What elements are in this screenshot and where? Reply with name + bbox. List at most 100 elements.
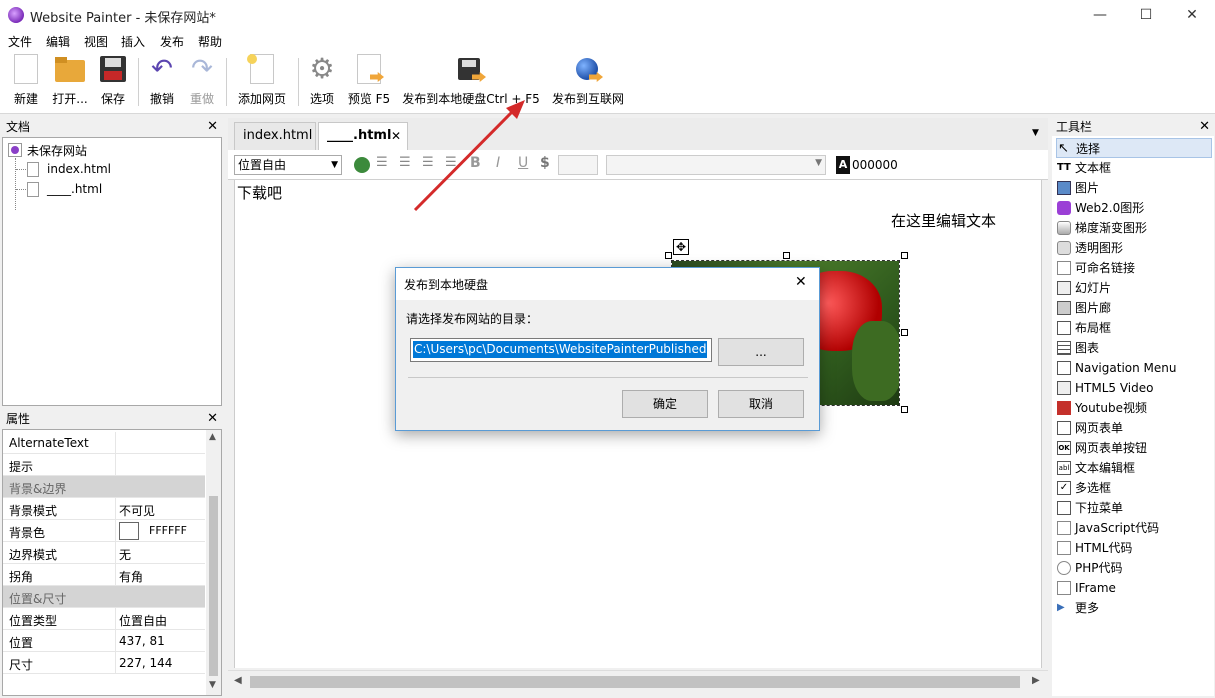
tool-more[interactable]: ▶ 更多	[1056, 598, 1212, 618]
cancel-button[interactable]: 取消	[718, 390, 804, 418]
preview-button[interactable]: 预览 F5	[346, 54, 392, 110]
tree-file-unnamed[interactable]: ____.html	[47, 182, 102, 196]
minimize-button[interactable]: —	[1077, 0, 1123, 30]
property-row[interactable]: 背景色 FFFFFF	[3, 520, 205, 542]
path-input[interactable]: C:\Users\pc\Documents\WebsitePainterPubl…	[410, 338, 712, 362]
menu-insert[interactable]: 插入	[121, 33, 145, 50]
position-select[interactable]: 位置自由 ▼	[234, 155, 342, 175]
tab-unnamed-html[interactable]: ____.html ✕	[318, 122, 408, 151]
property-row[interactable]: 拐角 有角	[3, 564, 205, 586]
tool-form-button[interactable]: OK 网页表单按钮	[1056, 438, 1212, 458]
app-icon	[8, 7, 24, 23]
resize-handle[interactable]	[665, 252, 672, 259]
canvas-text-download[interactable]: 下载吧	[237, 182, 282, 203]
editor-horizontal-scrollbar[interactable]: ◀ ▶	[228, 670, 1048, 692]
chevron-down-icon: ▼	[331, 160, 338, 170]
resize-handle[interactable]	[901, 406, 908, 413]
property-row[interactable]: 位置类型 位置自由	[3, 608, 205, 630]
menu-file[interactable]: 文件	[8, 33, 32, 50]
resize-handle[interactable]	[901, 252, 908, 259]
tool-layout-box[interactable]: 布局框	[1056, 318, 1212, 338]
open-button[interactable]: 打开...	[50, 54, 90, 110]
font-size-select[interactable]	[558, 155, 598, 175]
tool-php-code[interactable]: PHP代码	[1056, 558, 1212, 578]
close-window-button[interactable]: ✕	[1169, 0, 1215, 30]
properties-panel-title: 属性	[6, 412, 31, 426]
redo-button[interactable]: ↷ 重做	[186, 54, 218, 110]
tab-index-html[interactable]: index.html	[234, 122, 316, 150]
menu-publish[interactable]: 发布	[160, 33, 184, 50]
color-swatch[interactable]	[119, 522, 139, 540]
tree-root-site[interactable]: 未保存网站	[27, 142, 87, 159]
undo-button[interactable]: ↶ 撤销	[146, 54, 178, 110]
tool-slideshow[interactable]: 幻灯片	[1056, 278, 1212, 298]
property-row[interactable]: 提示	[3, 454, 205, 476]
properties-scrollbar[interactable]: ▲ ▼	[206, 430, 221, 695]
text-color-swatch[interactable]: A	[836, 156, 850, 174]
video-icon	[1057, 381, 1071, 395]
toolbox-close-icon[interactable]: ✕	[1199, 118, 1210, 136]
properties-panel: 属性 ✕ AlternateText 提示 背景&边界 背景模式 不可见 背景色 …	[2, 410, 222, 696]
tool-select[interactable]: ↖ 选择	[1056, 138, 1212, 158]
dialog-title-bar: 发布到本地硬盘 ✕	[396, 268, 819, 300]
ok-button[interactable]: 确定	[622, 390, 708, 418]
documents-panel-close-icon[interactable]: ✕	[207, 118, 218, 136]
tabs-dropdown-icon[interactable]: ▼	[1032, 128, 1039, 138]
globe-link-icon[interactable]	[354, 157, 370, 173]
save-button[interactable]: 保存	[96, 54, 130, 110]
tool-image[interactable]: 图片	[1056, 178, 1212, 198]
properties-panel-close-icon[interactable]: ✕	[207, 410, 218, 428]
checkbox-icon: ✓	[1057, 481, 1071, 495]
tool-javascript[interactable]: JavaScript代码	[1056, 518, 1212, 538]
tool-html-code[interactable]: HTML代码	[1056, 538, 1212, 558]
resize-handle[interactable]	[901, 329, 908, 336]
tool-table[interactable]: 图表	[1056, 338, 1212, 358]
ok-button-icon: OK	[1057, 441, 1071, 455]
browse-button[interactable]: ...	[718, 338, 804, 366]
canvas-text-edit-here[interactable]: 在这里编辑文本	[891, 210, 996, 231]
folder-icon	[55, 54, 85, 84]
gear-icon: ⚙	[309, 52, 335, 85]
tool-gallery[interactable]: 图片廊	[1056, 298, 1212, 318]
editor-tabs: index.html ____.html ✕ ▼	[228, 118, 1048, 151]
property-row[interactable]: 边界模式无	[3, 542, 205, 564]
align-left-icon[interactable]: ☰	[376, 155, 388, 170]
new-button[interactable]: 新建	[8, 54, 44, 110]
tree-file-index[interactable]: index.html	[47, 162, 111, 176]
tool-transparent-shape[interactable]: 透明图形	[1056, 238, 1212, 258]
tool-iframe[interactable]: IFrame	[1056, 578, 1212, 598]
menu-edit[interactable]: 编辑	[46, 33, 70, 50]
tool-web-form[interactable]: 网页表单	[1056, 418, 1212, 438]
move-handle-icon[interactable]: ✥	[673, 239, 689, 255]
tool-dropdown[interactable]: 下拉菜单	[1056, 498, 1212, 518]
tool-named-anchor[interactable]: 可命名链接	[1056, 258, 1212, 278]
add-page-button[interactable]: 添加网页	[234, 54, 290, 110]
tool-web20-shape[interactable]: Web2.0图形	[1056, 198, 1212, 218]
property-row[interactable]: 背景模式 不可见	[3, 498, 205, 520]
publish-web-button[interactable]: 发布到互联网	[550, 54, 626, 110]
tool-text-edit[interactable]: abl 文本编辑框	[1056, 458, 1212, 478]
menu-view[interactable]: 视图	[84, 33, 108, 50]
maximize-button[interactable]: ☐	[1123, 0, 1169, 30]
property-row[interactable]: AlternateText	[3, 432, 205, 454]
property-row[interactable]: 尺寸 227, 144	[3, 652, 205, 674]
tool-gradient-shape[interactable]: 梯度渐变图形	[1056, 218, 1212, 238]
toolbar-separator	[226, 58, 227, 106]
dollar-icon[interactable]: $	[540, 155, 550, 171]
gallery-icon	[1057, 301, 1071, 315]
properties-panel-header: 属性 ✕	[2, 410, 222, 428]
dialog-close-icon[interactable]: ✕	[795, 274, 807, 290]
tool-html5-video[interactable]: HTML5 Video	[1056, 378, 1212, 398]
tool-youtube-video[interactable]: Youtube视频	[1056, 398, 1212, 418]
tool-navigation-menu[interactable]: Navigation Menu	[1056, 358, 1212, 378]
resize-handle[interactable]	[783, 252, 790, 259]
tool-checkbox[interactable]: ✓ 多选框	[1056, 478, 1212, 498]
property-row[interactable]: 位置 437, 81	[3, 630, 205, 652]
tool-textbox[interactable]: TT 文本框	[1056, 158, 1212, 178]
menu-help[interactable]: 帮助	[198, 33, 222, 50]
image-icon	[1057, 181, 1071, 195]
window-title: Website Painter - 未保存网站*	[30, 11, 216, 26]
dropdown-icon	[1057, 501, 1071, 515]
font-family-select[interactable]: ▼	[606, 155, 826, 175]
options-button[interactable]: ⚙ 选项	[306, 54, 338, 110]
